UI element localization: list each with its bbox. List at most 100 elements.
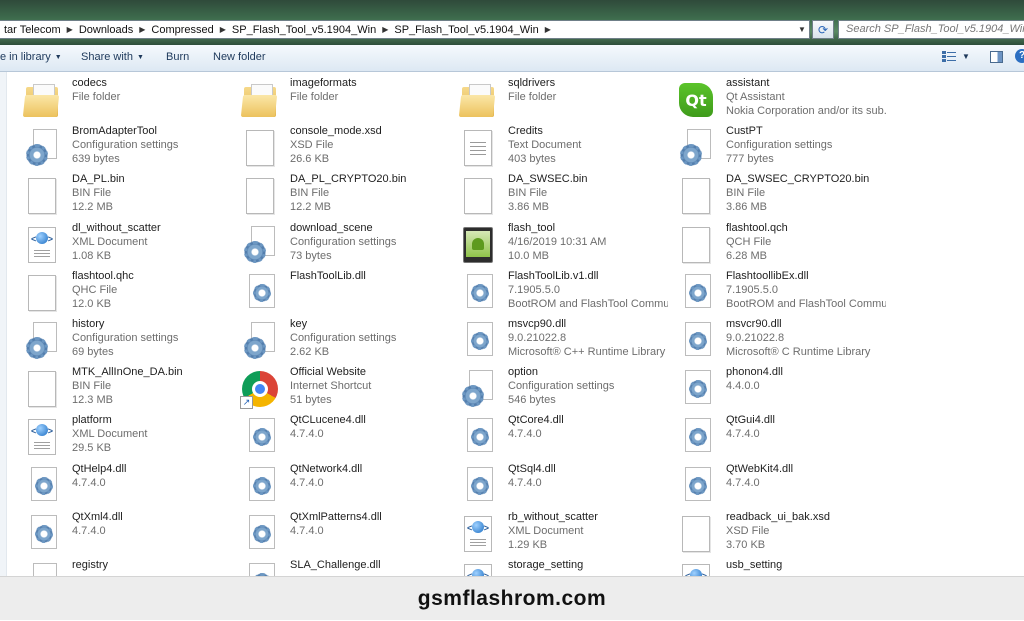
- file-type: BIN File: [72, 187, 112, 200]
- file-item[interactable]: codecs File folder: [18, 76, 228, 124]
- file-item[interactable]: < > rb_without_scatter XML Document 1.29 KB: [454, 510, 664, 558]
- file-type: 7.1905.5.0: [726, 283, 778, 296]
- file-item[interactable]: DA_SWSEC.bin BIN File 3.86 MB: [454, 172, 664, 220]
- file-item-details: Credits Text Document 403 bytes: [508, 124, 668, 166]
- file-item[interactable]: msvcr90.dll 9.0.21022.8 Microsoft® C Runti…: [672, 317, 882, 365]
- address-bar[interactable]: tar Telecom ▶ Downloads ▶ Compressed ▶ S…: [0, 20, 810, 39]
- file-size: 26.6 KB: [290, 153, 330, 166]
- change-view-icon[interactable]: [942, 51, 956, 63]
- file-item[interactable]: MTK_AllInOne_DA.bin BIN File 12.3 MB: [18, 365, 228, 413]
- dll-icon: [454, 317, 502, 365]
- new-folder-button[interactable]: New folder: [213, 51, 266, 63]
- file-item[interactable]: QtWebKit4.dll 4.7.4.0: [672, 462, 882, 510]
- search-input[interactable]: Search SP_Flash_Tool_v5.1904_Win: [838, 20, 1024, 39]
- file-type: 4.7.4.0: [508, 476, 542, 489]
- file-name: DA_PL_CRYPTO20.bin: [290, 173, 407, 186]
- view-options-dropdown-icon[interactable]: ▼: [962, 52, 970, 61]
- burn-button[interactable]: Burn: [166, 51, 189, 63]
- file-name: key: [290, 318, 308, 330]
- file-item[interactable]: CustPT Configuration settings 777 bytes: [672, 124, 882, 172]
- file-item[interactable]: DA_PL_CRYPTO20.bin BIN File 12.2 MB: [236, 172, 446, 220]
- dll-icon: [672, 462, 720, 510]
- share-with-button[interactable]: Share with ▼: [81, 51, 144, 63]
- file-type: Text Document: [508, 139, 582, 152]
- file-type: XSD File: [726, 524, 770, 537]
- file-item[interactable]: < > storage_setting: [454, 558, 664, 576]
- file-item[interactable]: flashtool.qhc QHC File 12.0 KB: [18, 269, 228, 317]
- file-item-details: key Configuration settings 2.62 KB: [290, 317, 450, 359]
- include-in-library-button[interactable]: e in library ▼: [0, 51, 62, 63]
- file-item[interactable]: registry: [18, 558, 228, 576]
- file-item[interactable]: FlashToolLib.v1.dll 7.1905.5.0 BootROM and…: [454, 269, 668, 317]
- breadcrumb-item[interactable]: tar Telecom: [0, 24, 65, 36]
- file-type: File folder: [72, 91, 121, 103]
- file-item-details: CustPT Configuration settings 777 bytes: [726, 124, 886, 166]
- file-item[interactable]: QtXmlPatterns4.dll 4.7.4.0: [236, 510, 446, 558]
- file-item[interactable]: flash_tool 4/16/2019 10:31 AM 10.0 MB: [454, 221, 664, 269]
- file-item-details: assistant Qt Assistant Nokia Corporation a…: [726, 76, 886, 118]
- file-item-details: FlashtoollibEx.dll 7.1905.5.0 BootROM and …: [726, 269, 886, 311]
- file-name: storage_setting: [508, 559, 584, 571]
- file-item-details: flashtool.qch QCH File 6.28 MB: [726, 221, 886, 263]
- file-item[interactable]: flashtool.qch QCH File 6.28 MB: [672, 221, 882, 269]
- refresh-button[interactable]: ⟳: [812, 20, 834, 39]
- file-item[interactable]: msvcp90.dll 9.0.21022.8 Microsoft® C++ Run…: [454, 317, 665, 365]
- file-name: DA_SWSEC_CRYPTO20.bin: [726, 173, 870, 186]
- breadcrumb-arrow-icon[interactable]: ▶: [543, 25, 553, 34]
- file-icon: [454, 172, 502, 220]
- file-item-details: QtSql4.dll 4.7.4.0: [508, 462, 668, 490]
- dll-icon: [236, 558, 284, 576]
- file-item[interactable]: BromAdapterTool Configuration settings 639…: [18, 124, 228, 172]
- file-size: 51 bytes: [290, 394, 332, 407]
- file-name: dl_without_scatter: [72, 221, 161, 234]
- file-item-details: FlashToolLib.dll: [290, 269, 450, 283]
- file-item[interactable]: DA_SWSEC_CRYPTO20.bin BIN File 3.86 MB: [672, 172, 882, 220]
- breadcrumb-item[interactable]: SP_Flash_Tool_v5.1904_Win: [228, 24, 380, 36]
- file-item[interactable]: < > dl_without_scatter XML Document 1.08 KB: [18, 221, 228, 269]
- file-item[interactable]: ↗ Official Website Internet Shortcut 51 byt…: [236, 365, 446, 413]
- file-item[interactable]: FlashtoollibEx.dll 7.1905.5.0 BootROM and …: [672, 269, 886, 317]
- file-item[interactable]: QtGui4.dll 4.7.4.0: [672, 413, 882, 461]
- file-item[interactable]: download_scene Configuration settings 73 b…: [236, 221, 446, 269]
- file-item[interactable]: sqldrivers File folder: [454, 76, 664, 124]
- breadcrumb-item[interactable]: Downloads: [75, 24, 137, 36]
- file-item[interactable]: key Configuration settings 2.62 KB: [236, 317, 446, 365]
- file-item[interactable]: phonon4.dll 4.4.0.0: [672, 365, 882, 413]
- folder-icon: [454, 76, 502, 124]
- address-history-dropdown-icon[interactable]: ▼: [796, 21, 808, 38]
- file-icon: [18, 172, 66, 220]
- file-item[interactable]: readback_ui_bak.xsd XSD File 3.70 KB: [672, 510, 882, 558]
- breadcrumb-item[interactable]: SP_Flash_Tool_v5.1904_Win: [390, 24, 542, 36]
- file-item[interactable]: < > usb_setting: [672, 558, 882, 576]
- chevron-down-icon: ▼: [136, 54, 144, 61]
- dll-icon: [672, 413, 720, 461]
- file-item[interactable]: console_mode.xsd XSD File 26.6 KB: [236, 124, 446, 172]
- file-item[interactable]: QtSql4.dll 4.7.4.0: [454, 462, 664, 510]
- file-item[interactable]: DA_PL.bin BIN File 12.2 MB: [18, 172, 228, 220]
- file-type: XML Document: [508, 524, 584, 537]
- breadcrumb-item[interactable]: Compressed: [147, 24, 217, 36]
- file-item[interactable]: imageformats File folder: [236, 76, 446, 124]
- file-item[interactable]: Credits Text Document 403 bytes: [454, 124, 664, 172]
- file-item-details: Official Website Internet Shortcut 51 byte…: [290, 365, 450, 407]
- file-item[interactable]: < > platform XML Document 29.5 KB: [18, 413, 228, 461]
- breadcrumb-arrow-icon[interactable]: ▶: [218, 25, 228, 34]
- preview-pane-icon[interactable]: [990, 51, 1003, 63]
- file-name: QtHelp4.dll: [72, 462, 127, 475]
- help-icon[interactable]: ?: [1015, 49, 1024, 63]
- breadcrumb-arrow-icon[interactable]: ▶: [137, 25, 147, 34]
- file-item[interactable]: QtCore4.dll 4.7.4.0: [454, 413, 664, 461]
- breadcrumb-arrow-icon[interactable]: ▶: [65, 25, 75, 34]
- breadcrumb-arrow-icon[interactable]: ▶: [380, 25, 390, 34]
- file-name: flashtool.qhc: [72, 269, 134, 282]
- file-item[interactable]: FlashToolLib.dll: [236, 269, 446, 317]
- file-item[interactable]: QtHelp4.dll 4.7.4.0: [18, 462, 228, 510]
- file-size: 73 bytes: [290, 249, 332, 262]
- file-item[interactable]: SLA_Challenge.dll: [236, 558, 446, 576]
- file-item[interactable]: QtXml4.dll 4.7.4.0: [18, 510, 228, 558]
- file-item[interactable]: QtNetwork4.dll 4.7.4.0: [236, 462, 446, 510]
- file-item[interactable]: Qt assistant Qt Assistant Nokia Corporation…: [672, 76, 886, 124]
- file-item[interactable]: history Configuration settings 69 bytes: [18, 317, 228, 365]
- file-item[interactable]: option Configuration settings 546 bytes: [454, 365, 664, 413]
- file-item[interactable]: QtCLucene4.dll 4.7.4.0: [236, 413, 446, 461]
